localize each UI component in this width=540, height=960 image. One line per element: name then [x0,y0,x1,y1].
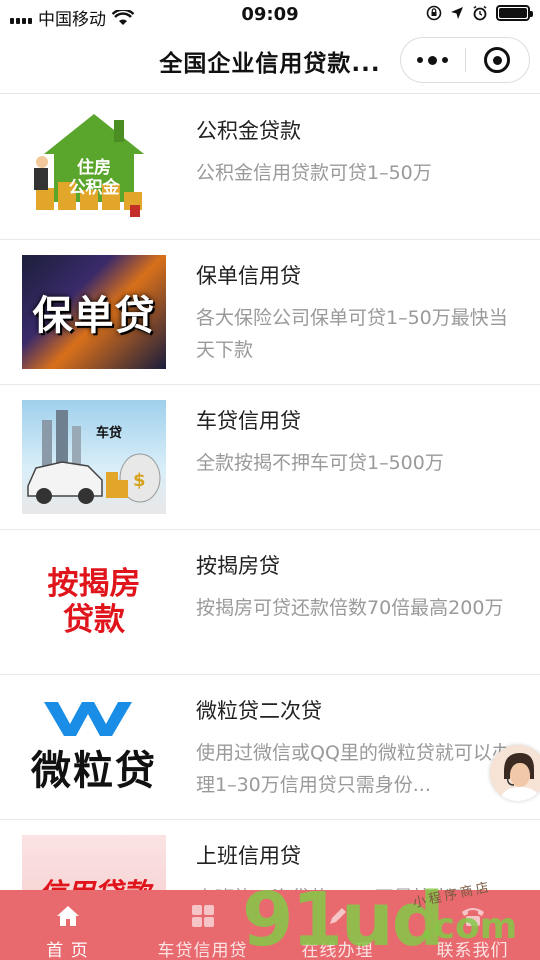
car-loan-thumbnail: $ 车贷 [22,400,166,514]
mortgage-thumbnail: 按揭房 贷款 [22,545,166,659]
edit-icon [324,904,352,928]
thumb-text-line: 按揭房 [47,566,141,602]
tab-bar: 首 页 车贷信用贷 在线办理 联系我们 [0,890,540,960]
tab-label: 在线办理 [301,941,374,960]
car-money-illustration: $ [27,410,161,504]
orientation-lock-icon [426,5,442,21]
item-description: 按揭房可贷还款倍数70倍最高200万 [196,597,504,619]
list-item[interactable]: 微粒贷 微粒贷二次贷 使用过微信或QQ里的微粒贷就可以办理1–30万信用贷只需身… [0,675,540,820]
battery-icon [496,5,533,21]
grid-icon [189,904,217,928]
thumb-text: 微粒贷 [31,748,157,794]
item-title: 保单信用贷 [196,264,301,288]
tab-label: 首 页 [46,941,89,960]
list-item[interactable]: 住房 公积金 公积金贷款 公积金信用贷款可贷1–50万 [0,95,540,240]
close-miniprogram-button[interactable] [466,38,530,82]
more-dots-icon [417,57,424,63]
location-icon [451,7,463,19]
thumb-text-line: 住房 [77,158,111,178]
tab-label: 联系我们 [436,941,509,960]
screen: 中国移动 09:09 全国企业信用贷款... 住房 公积金 公积金贷款 公积金信… [0,0,540,960]
list-item[interactable]: $ 车贷 车贷信用贷 全款按揭不押车可贷1–500万 [0,385,540,530]
agent-avatar-icon [490,745,540,801]
menu-capsule [400,37,530,83]
loan-list: 住房 公积金 公积金贷款 公积金信用贷款可贷1–50万 保单贷 保单信用贷 各大… [0,95,540,960]
tab-label: 车贷信用贷 [157,941,248,960]
item-title: 微粒贷二次贷 [196,699,322,723]
list-item[interactable]: 按揭房 贷款 按揭房贷 按揭房可贷还款倍数70倍最高200万 [0,530,540,675]
tab-online-apply[interactable]: 在线办理 [270,890,405,960]
thumb-text: 保单贷 [32,293,156,339]
weili-loan-thumbnail: 微粒贷 [22,690,166,804]
alarm-icon [473,5,487,21]
thumb-text-line: 贷款 [63,602,125,638]
list-item[interactable]: 保单贷 保单信用贷 各大保险公司保单可贷1–50万最快当天下款 [0,240,540,385]
housing-fund-thumbnail: 住房 公积金 [22,110,166,224]
status-bar: 中国移动 09:09 [0,0,540,30]
item-title: 车贷信用贷 [196,409,301,433]
phone-icon [459,904,487,928]
target-icon [484,47,511,73]
item-description: 使用过微信或QQ里的微粒贷就可以办理1–30万信用贷只需身份... [196,742,511,796]
more-button[interactable] [401,38,465,82]
item-description: 公积金信用贷款可贷1–50万 [196,162,432,184]
thumb-text: 车贷 [96,426,123,441]
policy-loan-thumbnail: 保单贷 [22,255,166,369]
home-icon [54,904,82,928]
item-title: 按揭房贷 [196,554,280,578]
tab-contact[interactable]: 联系我们 [405,890,540,960]
w-logo-icon [44,702,132,736]
item-title: 公积金贷款 [196,119,301,143]
item-description: 全款按揭不押车可贷1–500万 [196,452,444,474]
svg-text:$: $ [133,470,146,491]
tab-car-loan[interactable]: 车贷信用贷 [135,890,270,960]
item-description: 各大保险公司保单可贷1–50万最快当天下款 [196,307,508,361]
navigation-bar: 全国企业信用贷款... [0,30,540,94]
customer-service-button[interactable] [490,745,540,801]
status-right [426,5,533,21]
tab-home[interactable]: 首 页 [0,890,135,960]
thumb-text-line: 公积金 [68,178,120,198]
item-title: 上班信用贷 [196,844,301,868]
